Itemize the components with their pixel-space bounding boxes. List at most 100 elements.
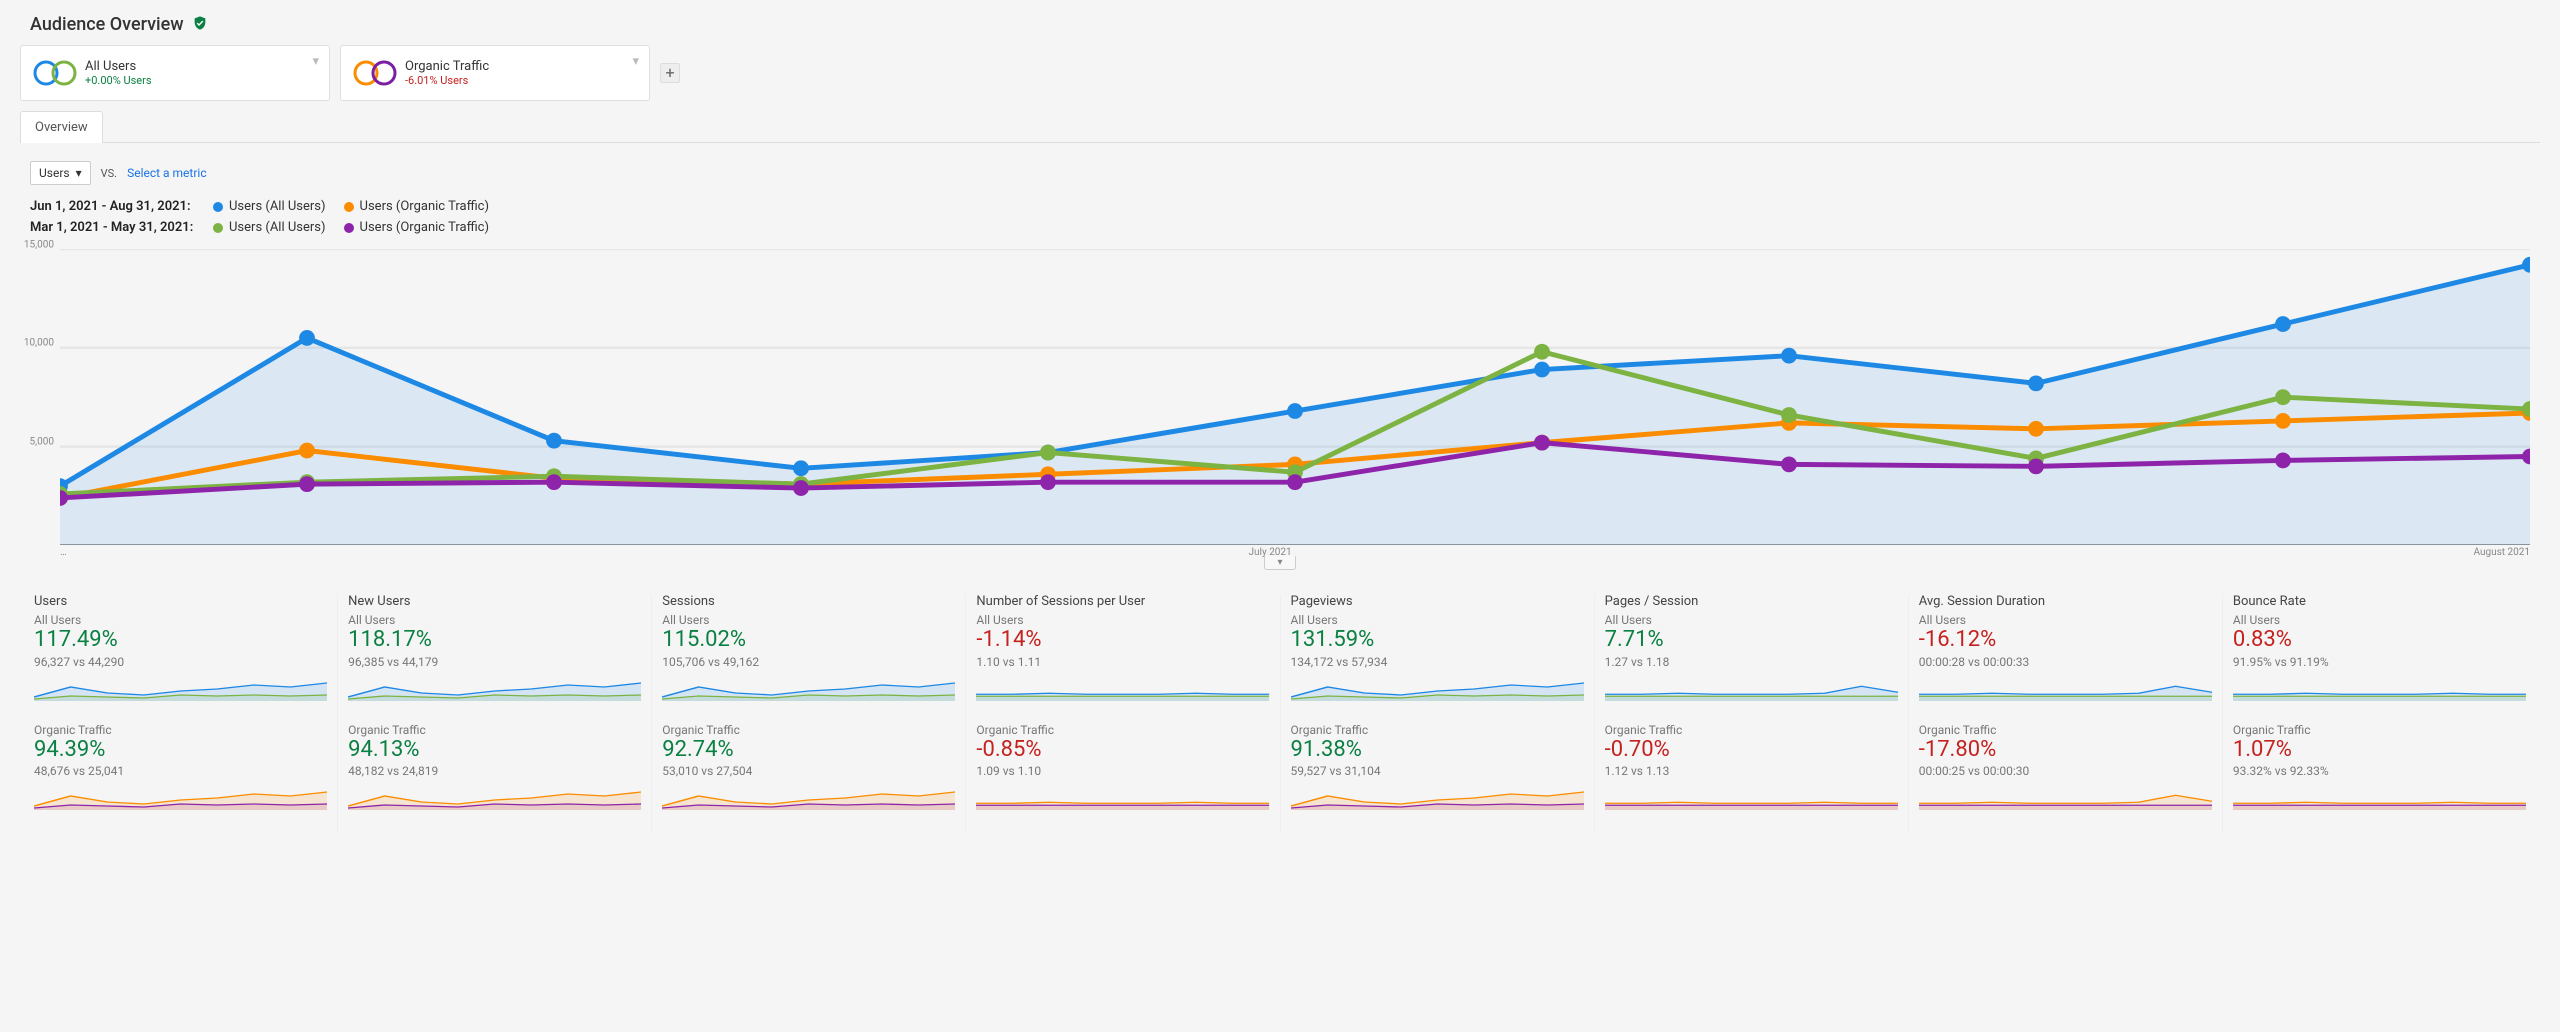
sparkline	[34, 786, 327, 810]
metric-compare: 1.27 vs 1.18	[1605, 655, 1898, 669]
metric-col-2[interactable]: Sessions All Users 115.02% 105,706 vs 49,…	[652, 594, 966, 831]
segment-delta: -6.01% Users	[405, 74, 489, 87]
metric-compare: 48,676 vs 25,041	[34, 764, 327, 778]
metric-title: Pageviews	[1291, 594, 1584, 609]
metric-compare: 96,385 vs 44,179	[348, 655, 641, 669]
metric-value: 7.71%	[1605, 628, 1898, 652]
metric-segment-label: Organic Traffic	[2233, 723, 2526, 737]
tab-overview[interactable]: Overview	[20, 111, 103, 143]
metric-segment-label: All Users	[348, 613, 641, 627]
metric-compare: 105,706 vs 49,162	[662, 655, 955, 669]
add-segment-button[interactable]: +	[660, 63, 680, 83]
metric-value: 115.02%	[662, 628, 955, 652]
segment-rings-icon	[31, 54, 81, 92]
segment-rings-icon	[351, 54, 401, 92]
metric-value: 1.07%	[2233, 738, 2526, 762]
sparkline	[1605, 677, 1898, 701]
y-tick-label: 10,000	[24, 338, 54, 349]
metric-value: 92.74%	[662, 738, 955, 762]
metric-value: 94.39%	[34, 738, 327, 762]
metric-col-4[interactable]: PageviewsAll Users 131.59% 134,172 vs 57…	[1281, 594, 1595, 831]
sparkline	[1291, 677, 1584, 701]
metric-title: Sessions	[662, 594, 955, 609]
metric-col-1[interactable]: New Users All Users 118.17% 96,385 vs 44,…	[338, 594, 652, 831]
chevron-down-icon: ▾	[312, 54, 319, 69]
secondary-metric-select[interactable]: Select a metric	[127, 166, 207, 180]
metric-value: -16.12%	[1919, 628, 2212, 652]
metric-compare: 00:00:28 vs 00:00:33	[1919, 655, 2212, 669]
metric-compare: 1.09 vs 1.10	[976, 764, 1269, 778]
legend-text: Users (All Users)	[229, 199, 326, 214]
caret-down-icon: ▾	[1277, 557, 1282, 568]
main-line-chart	[60, 249, 2530, 545]
metric-value: -17.80%	[1919, 738, 2212, 762]
metric-compare: 1.10 vs 1.11	[976, 655, 1269, 669]
chart-expand-toggle[interactable]: ▾	[1264, 556, 1296, 570]
metric-compare: 59,527 vs 31,104	[1291, 764, 1584, 778]
metric-col-3[interactable]: Number of Sessions per UserAll Users -1.…	[966, 594, 1280, 831]
metric-value: 0.83%	[2233, 628, 2526, 652]
metric-compare: 134,172 vs 57,934	[1291, 655, 1584, 669]
legend-dot-icon	[213, 223, 223, 233]
segment-name: Organic Traffic	[405, 59, 489, 74]
metric-value: -0.70%	[1605, 738, 1898, 762]
sparkline	[976, 677, 1269, 701]
primary-metric-label: Users	[39, 166, 70, 180]
metric-segment-label: Organic Traffic	[1291, 723, 1584, 737]
x-tick-label: …	[60, 547, 67, 558]
metric-title: Users	[34, 594, 327, 609]
sparkline	[1605, 786, 1898, 810]
x-tick-label: July 2021	[1249, 547, 1292, 558]
segment-card-1[interactable]: Organic Traffic -6.01% Users ▾	[340, 45, 650, 101]
sparkline	[2233, 677, 2526, 701]
metric-segment-label: Organic Traffic	[1605, 723, 1898, 737]
metric-title: New Users	[348, 594, 641, 609]
sparkline	[662, 677, 955, 701]
metric-col-0[interactable]: UsersAll Users 117.49% 96,327 vs 44,290 …	[24, 594, 338, 831]
verified-shield-icon	[192, 15, 208, 35]
y-tick-label: 15,000	[24, 240, 54, 251]
metric-value: 118.17%	[348, 628, 641, 652]
metric-value: 117.49%	[34, 628, 327, 652]
metric-value: 131.59%	[1291, 628, 1584, 652]
metric-compare: 48,182 vs 24,819	[348, 764, 641, 778]
metric-segment-label: Organic Traffic	[662, 723, 955, 737]
segment-delta: +0.00% Users	[85, 74, 152, 87]
primary-metric-dropdown[interactable]: Users ▾	[30, 161, 91, 185]
metric-col-5[interactable]: Pages / Session All Users 7.71% 1.27 vs 1…	[1595, 594, 1909, 831]
segment-card-0[interactable]: All Users +0.00% Users ▾	[20, 45, 330, 101]
metric-segment-label: All Users	[1605, 613, 1898, 627]
legend-dot-icon	[344, 223, 354, 233]
metric-segment-label: All Users	[1919, 613, 2212, 627]
metric-segment-label: All Users	[662, 613, 955, 627]
metric-segment-label: Organic Traffic	[1919, 723, 2212, 737]
segment-name: All Users	[85, 59, 152, 74]
legend-item: Users (All Users)	[213, 199, 326, 214]
sparkline	[348, 677, 641, 701]
legend-dot-icon	[344, 202, 354, 212]
metric-segment-label: All Users	[34, 613, 327, 627]
metric-compare: 91.95% vs 91.19%	[2233, 655, 2526, 669]
metric-col-6[interactable]: Avg. Session Duration All Users -16.12% 0…	[1909, 594, 2223, 831]
y-tick-label: 5,000	[30, 436, 54, 447]
metric-title: Bounce Rate	[2233, 594, 2526, 609]
metric-value: 94.13%	[348, 738, 641, 762]
legend-item: Users (Organic Traffic)	[344, 220, 489, 235]
metric-compare: 1.12 vs 1.13	[1605, 764, 1898, 778]
date-range-label-0: Jun 1, 2021 - Aug 31, 2021:	[30, 199, 195, 214]
metric-title: Pages / Session	[1605, 594, 1898, 609]
metric-segment-label: Organic Traffic	[34, 723, 327, 737]
date-range-label-1: Mar 1, 2021 - May 31, 2021:	[30, 220, 195, 235]
sparkline	[662, 786, 955, 810]
sparkline	[348, 786, 641, 810]
metric-col-7[interactable]: Bounce Rate All Users 0.83% 91.95% vs 91.…	[2223, 594, 2536, 831]
metric-compare: 93.32% vs 92.33%	[2233, 764, 2526, 778]
metric-title: Avg. Session Duration	[1919, 594, 2212, 609]
legend-text: Users (Organic Traffic)	[360, 220, 489, 235]
metric-segment-label: All Users	[2233, 613, 2526, 627]
legend-text: Users (All Users)	[229, 220, 326, 235]
sparkline	[34, 677, 327, 701]
x-tick-label: August 2021	[2473, 547, 2530, 558]
page-title: Audience Overview	[30, 14, 184, 35]
metric-value: -1.14%	[976, 628, 1269, 652]
